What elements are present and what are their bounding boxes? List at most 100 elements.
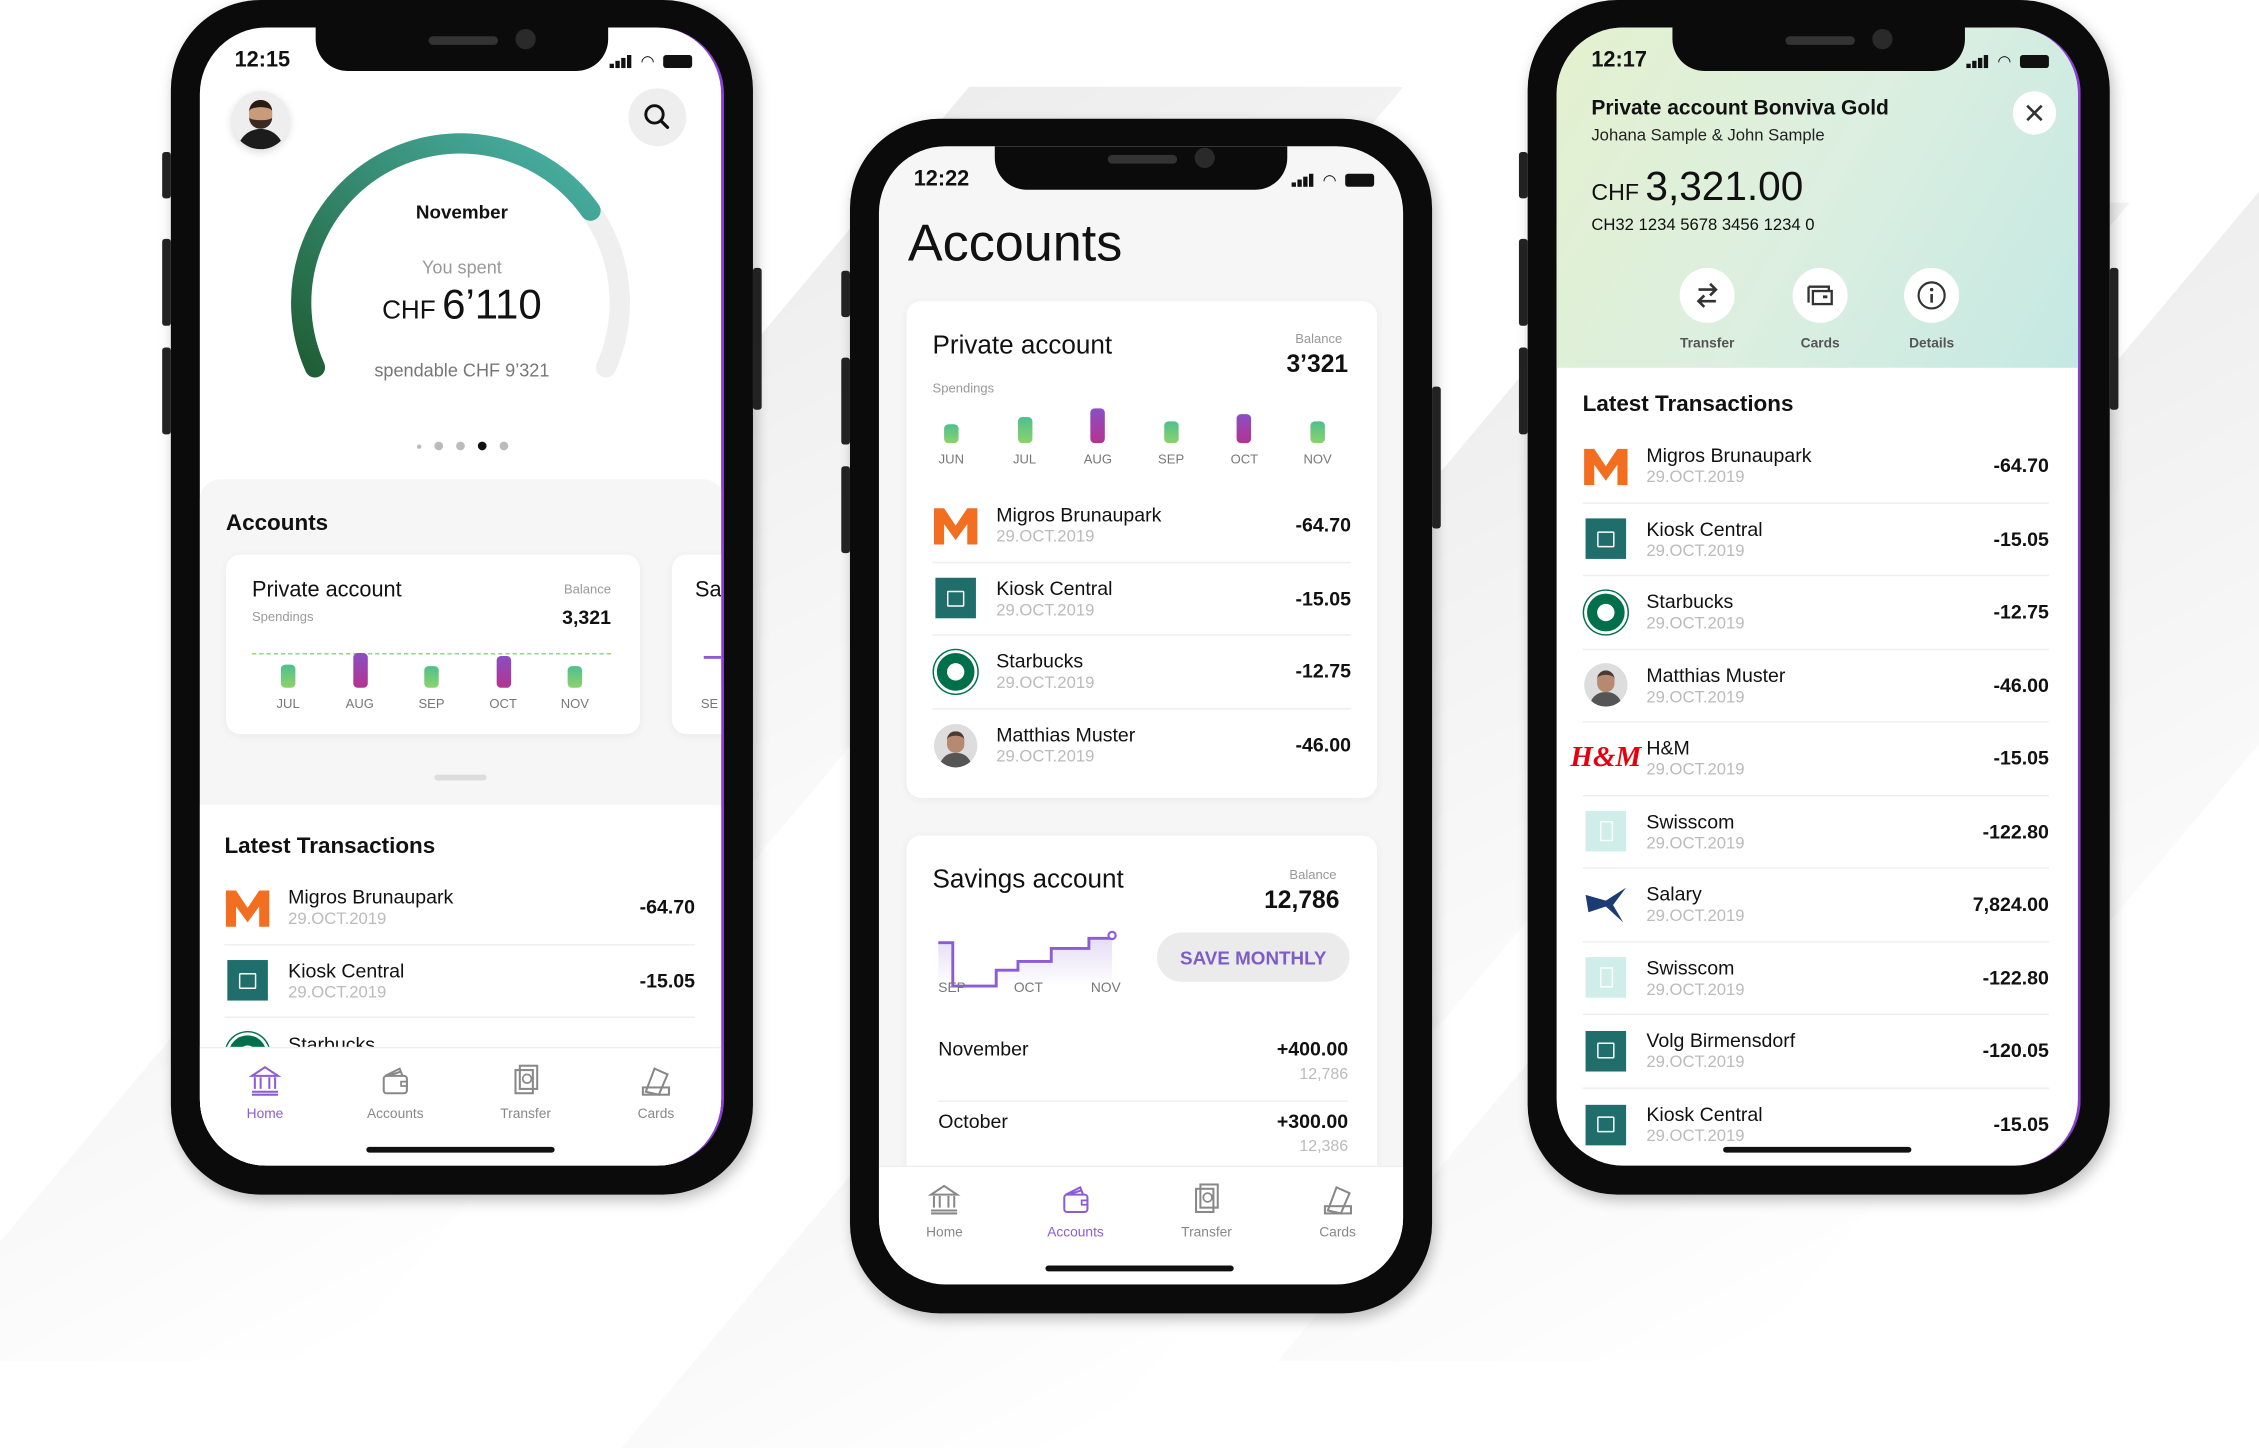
- accounts-heading: Accounts: [225, 511, 329, 536]
- bar-column: NOV: [1293, 397, 1342, 467]
- page-title: Accounts: [907, 212, 1123, 273]
- migros-icon: [1583, 443, 1629, 489]
- merchant-name: Swisscom: [1646, 956, 1735, 979]
- savings-amounts: +400.00 12,786: [1277, 1038, 1348, 1100]
- transaction-row[interactable]: Starbucks 29.OCT.2019 -12.75: [1582, 576, 2049, 650]
- wallet-icon: [382, 1067, 408, 1095]
- spending-bar: [1237, 413, 1252, 444]
- month-label: AUG: [345, 696, 374, 711]
- transaction-row[interactable]: Salary 29.OCT.2019 7,824.00: [1582, 869, 2049, 942]
- month-label: NOV: [560, 696, 589, 711]
- transaction-row[interactable]: Swisscom 29.OCT.2019 -122.80: [1582, 942, 2049, 1016]
- spending-bar: [567, 666, 583, 688]
- tab-cards[interactable]: Cards: [1287, 1182, 1388, 1285]
- tab-home[interactable]: Home: [214, 1063, 315, 1166]
- starbucks-icon: [1583, 589, 1629, 635]
- transaction-info: Starbucks 29.OCT.2019: [1646, 591, 1993, 633]
- bar-area: [1017, 397, 1032, 444]
- month-label: NOV: [1303, 451, 1332, 467]
- spending-bar: [280, 663, 296, 688]
- tab-label: Accounts: [1047, 1225, 1104, 1241]
- transaction-row[interactable]: Migros Brunaupark 29.OCT.2019 -64.70: [224, 872, 695, 945]
- savings-amounts: +300.00 12,386: [1277, 1111, 1348, 1173]
- migros-icon: [933, 502, 979, 548]
- transaction-amount: -64.70: [639, 896, 696, 919]
- transaction-amount: -15.05: [1993, 1113, 2049, 1136]
- transaction-date: 29.OCT.2019: [1646, 615, 1745, 634]
- transfer-action-button[interactable]: Transfer: [1664, 267, 1751, 352]
- account-title: Sa: [695, 577, 722, 603]
- transaction-row[interactable]: H&M H&M 29.OCT.2019 -15.05: [1570, 723, 2049, 796]
- spendings-label: Spendings: [251, 609, 314, 625]
- bar-column: OCT: [479, 641, 528, 711]
- transaction-row[interactable]: Kiosk Central 29.OCT.2019 -15.05: [932, 563, 1351, 636]
- transaction-row[interactable]: Migros Brunaupark 29.OCT.2019 -64.70: [1582, 430, 2049, 504]
- transaction-date: 29.OCT.2019: [288, 911, 387, 929]
- transaction-info: Kiosk Central 29.OCT.2019: [1646, 518, 1993, 560]
- transaction-row[interactable]: Migros Brunaupark 29.OCT.2019 -64.70: [932, 489, 1351, 563]
- page-dot[interactable]: [455, 441, 465, 451]
- merchant-name: Kiosk Central: [288, 959, 405, 982]
- drag-handle[interactable]: [434, 774, 487, 781]
- transaction-date: 29.OCT.2019: [288, 984, 387, 1002]
- wifi-icon: ◠: [1997, 53, 2012, 71]
- savings-account-card-peek[interactable]: Sa SE: [671, 554, 722, 735]
- balance-label: Balance: [1289, 867, 1337, 882]
- month-label: NOV: [1090, 980, 1121, 997]
- page-indicator[interactable]: [200, 441, 721, 451]
- details-action-button[interactable]: Details: [1888, 267, 1975, 352]
- transaction-row[interactable]: Matthias Muster 29.OCT.2019 -46.00: [933, 709, 1351, 782]
- merchant-name: Swisscom: [1646, 810, 1735, 833]
- transaction-row[interactable]: Kiosk Central 29.OCT.2019 -15.05: [224, 945, 695, 1018]
- transaction-row[interactable]: Volg Birmensdorf 29.OCT.2019 -120.05: [1582, 1015, 2049, 1089]
- merchant-name: Kiosk Central: [996, 577, 1113, 600]
- status-time: 12:15: [234, 47, 291, 73]
- transaction-info: Migros Brunaupark 29.OCT.2019: [1646, 445, 1993, 487]
- savings-account-card[interactable]: Savings account Balance 12,786 SEP OCT NOV…: [906, 835, 1378, 1212]
- page-dot[interactable]: [498, 441, 508, 451]
- transaction-row[interactable]: Starbucks 29.OCT.2019 -12.75: [932, 636, 1351, 709]
- signal-icon: [1966, 55, 1989, 69]
- transaction-amount: -12.75: [1295, 660, 1351, 683]
- tab-label: Transfer: [500, 1106, 551, 1123]
- transaction-row[interactable]: Kiosk Central 29.OCT.2019 -15.05: [1582, 503, 2049, 577]
- tab-home[interactable]: Home: [894, 1182, 995, 1285]
- close-button[interactable]: [2012, 91, 2057, 135]
- transaction-info: Kiosk Central 29.OCT.2019: [288, 960, 639, 1002]
- private-account-card[interactable]: Private account Balance 3’321 Spendings …: [906, 301, 1378, 798]
- transaction-date: 29.OCT.2019: [996, 748, 1095, 767]
- savings-chart-months: SEP OCT NOV: [938, 980, 1120, 996]
- page-dot[interactable]: [477, 441, 486, 451]
- transaction-date: 29.OCT.2019: [1646, 1054, 1745, 1072]
- transaction-row[interactable]: Swisscom 29.OCT.2019 -122.80: [1582, 796, 2049, 869]
- spending-bar: [352, 653, 368, 688]
- month-label: OCT: [1230, 451, 1259, 467]
- page-dot[interactable]: [433, 441, 443, 451]
- spending-bar: [944, 423, 959, 444]
- deposit-amount: +300.00: [1276, 1110, 1349, 1133]
- save-monthly-button[interactable]: SAVE MONTHLY: [1156, 932, 1350, 982]
- month-label: SEP: [938, 980, 966, 997]
- bar-column: OCT: [1220, 397, 1269, 467]
- page-dot[interactable]: [416, 443, 421, 449]
- cards-action-button[interactable]: Cards: [1777, 267, 1864, 352]
- transaction-info: Migros Brunaupark 29.OCT.2019: [996, 504, 1295, 546]
- savings-history-row[interactable]: November +400.00 12,786: [938, 1030, 1349, 1102]
- bar-area: [567, 641, 583, 688]
- bar-column: JUL: [1000, 397, 1049, 467]
- savings-history-row[interactable]: October +300.00 12,386: [938, 1102, 1349, 1175]
- deposit-amount: +400.00: [1276, 1038, 1349, 1060]
- home-indicator: [1723, 1146, 1912, 1153]
- tab-cards[interactable]: Cards: [605, 1063, 706, 1166]
- signal-icon: [1292, 173, 1314, 187]
- transfer-arrows-icon: [1679, 267, 1735, 323]
- spending-gauge: [291, 133, 630, 378]
- tab-label: Home: [926, 1225, 963, 1241]
- transaction-row[interactable]: Matthias Muster 29.OCT.2019 -46.00: [1582, 649, 2049, 723]
- private-account-card[interactable]: Private account Spendings Balance 3,321 …: [225, 554, 641, 735]
- transaction-date: 29.OCT.2019: [1646, 835, 1745, 853]
- phone-account-detail: 12:17 ◠ Private account Bonviva Gold Joh…: [1518, 0, 2119, 1195]
- transfer-icon: [514, 1064, 539, 1095]
- transaction-info: Swisscom 29.OCT.2019: [1646, 811, 1982, 853]
- month-label: JUL: [1012, 451, 1037, 467]
